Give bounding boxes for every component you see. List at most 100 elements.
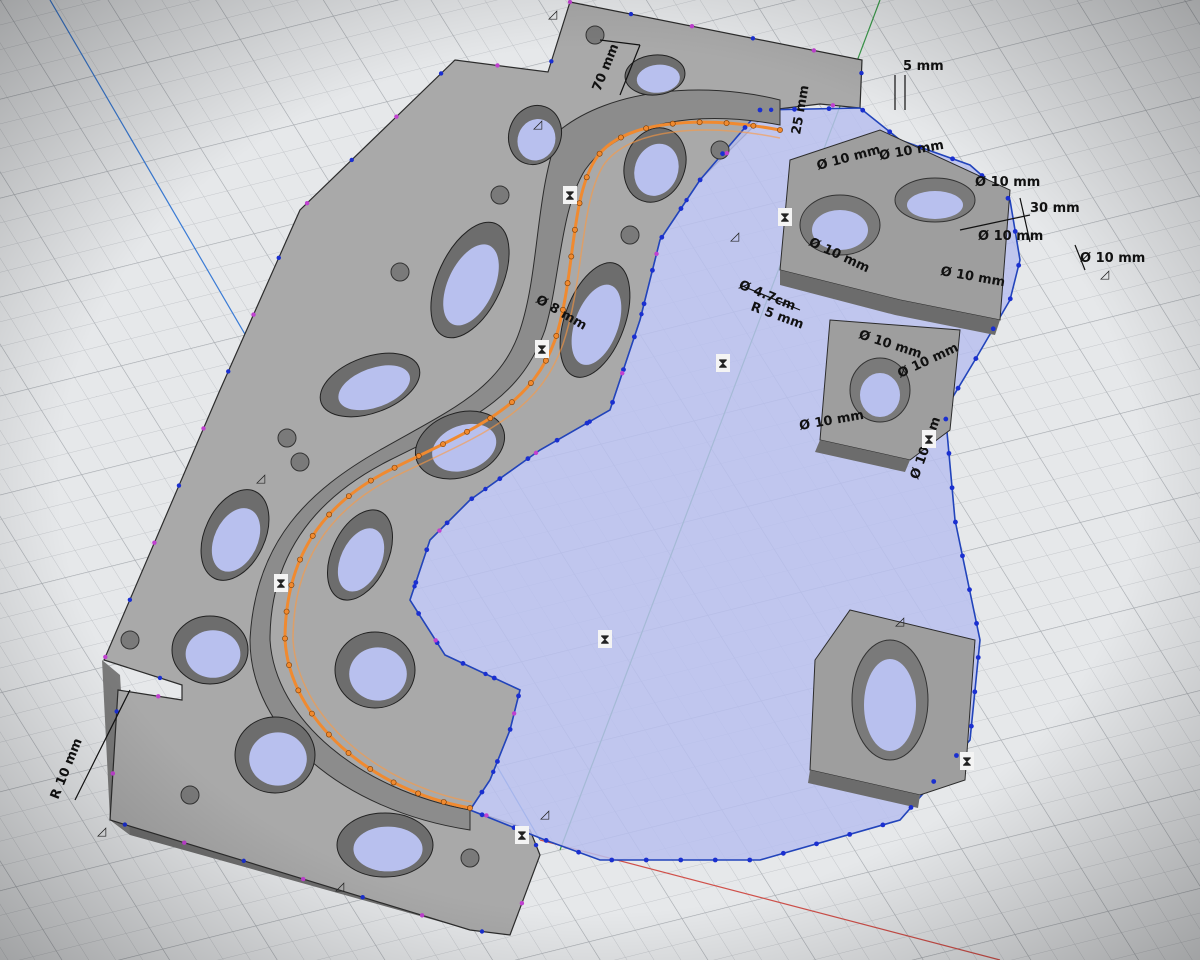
sketch-point (156, 694, 161, 699)
path-point (583, 174, 590, 181)
sketch-point (955, 385, 961, 391)
path-point (288, 582, 295, 589)
path-point (367, 766, 374, 772)
sketch-point (587, 419, 592, 424)
sketch-point (479, 929, 485, 934)
sketch-point (659, 234, 665, 240)
sketch-point (880, 822, 886, 828)
svg-text:◿: ◿ (334, 879, 344, 893)
sketch-point (483, 671, 488, 677)
sketch-point (768, 107, 774, 113)
svg-text:◿: ◿ (532, 117, 542, 131)
cad-3d-viewport[interactable]: 70 mm 5 mm 25 mm 30 mm Ø 10 mm Ø 10 mm Ø… (0, 0, 1200, 960)
sketch-point (507, 727, 513, 732)
svg-text:⧗: ⧗ (565, 188, 575, 204)
right-lower-block (808, 609, 976, 808)
sketch-point (609, 857, 615, 863)
path-point (723, 120, 730, 126)
sketch-point (974, 621, 979, 626)
path-point (415, 453, 422, 459)
sketch-point (972, 689, 978, 695)
sketch-point (860, 107, 866, 113)
sketch-point (1005, 195, 1011, 201)
sketch-point (460, 660, 466, 666)
sketch-point (950, 156, 955, 162)
path-point (415, 790, 422, 797)
sketch-point (975, 655, 981, 660)
svg-text:⧗: ⧗ (517, 828, 527, 844)
path-point (390, 779, 397, 786)
bolt-hole (490, 185, 510, 205)
sketch-point (110, 771, 116, 776)
viewport-canvas[interactable]: 70 mm 5 mm 25 mm 30 mm Ø 10 mm Ø 10 mm Ø… (0, 0, 1200, 960)
dim-dia10-d[interactable]: Ø 10 mm (1080, 251, 1145, 266)
dim-5mm[interactable]: 5 mm (903, 59, 944, 74)
sketch-point (826, 106, 832, 112)
path-point (777, 127, 783, 133)
path-point (297, 556, 303, 563)
path-point (696, 119, 703, 126)
dim-dia10-c[interactable]: Ø 10 mm (978, 229, 1043, 244)
dim-dia10-b[interactable]: Ø 10 mm (975, 175, 1040, 190)
svg-text:◿: ◿ (1099, 267, 1109, 281)
sketch-point (643, 857, 649, 863)
sketch-point (953, 519, 958, 525)
sketch-point (103, 654, 108, 660)
sketch-point (960, 553, 965, 559)
sketch-point (1016, 262, 1022, 268)
sketch-point (226, 369, 231, 374)
sketch-point (780, 850, 786, 856)
path-point (309, 710, 315, 717)
sketch-point (949, 485, 955, 491)
sketch-point (549, 59, 554, 64)
path-point (282, 635, 288, 642)
sketch-point (276, 255, 281, 261)
sketch-point (424, 547, 430, 553)
path-point (391, 464, 398, 471)
dim-30mm[interactable]: 30 mm (1030, 201, 1080, 216)
sketch-point (543, 838, 549, 843)
sketch-point (967, 587, 972, 593)
sketch-point (678, 857, 684, 863)
sketch-point (433, 638, 438, 643)
sketch-point (757, 107, 763, 113)
sketch-point (576, 849, 581, 855)
sketch-point (931, 779, 937, 784)
sketch-point (479, 789, 485, 795)
sketch-point (349, 157, 354, 163)
sketch-point (419, 913, 425, 918)
sketch-point (830, 103, 836, 108)
slot-floor (353, 826, 423, 872)
svg-text:◿: ◿ (96, 824, 106, 838)
sketch-point (620, 371, 625, 376)
bolt-hole (277, 428, 297, 448)
sketch-point (887, 129, 893, 135)
svg-text:◿: ◿ (729, 229, 739, 243)
sketch-point (750, 36, 756, 41)
slot-floor (249, 732, 307, 786)
sketch-point (720, 151, 725, 157)
sketch-point (628, 11, 634, 17)
path-point (527, 380, 534, 386)
sketch-point (742, 125, 748, 130)
sketch-point (712, 857, 718, 863)
sketch-point (968, 723, 974, 729)
path-point (295, 687, 302, 694)
sketch-point (814, 841, 819, 847)
sketch-point (241, 858, 246, 864)
sketch-point (127, 597, 133, 602)
sketch-point (251, 312, 256, 317)
sketch-point (483, 486, 488, 492)
sketch-point (157, 675, 163, 681)
path-point (464, 428, 470, 435)
path-point (576, 200, 583, 207)
svg-text:⧗: ⧗ (780, 210, 790, 226)
sketch-point (497, 476, 503, 482)
bolt-hole (710, 140, 730, 160)
sketch-point (631, 334, 637, 340)
svg-text:⧗: ⧗ (600, 632, 610, 648)
svg-text:◿: ◿ (539, 807, 549, 821)
sketch-point (525, 456, 531, 462)
svg-text:⧗: ⧗ (962, 754, 972, 770)
sketch-point (533, 842, 539, 848)
